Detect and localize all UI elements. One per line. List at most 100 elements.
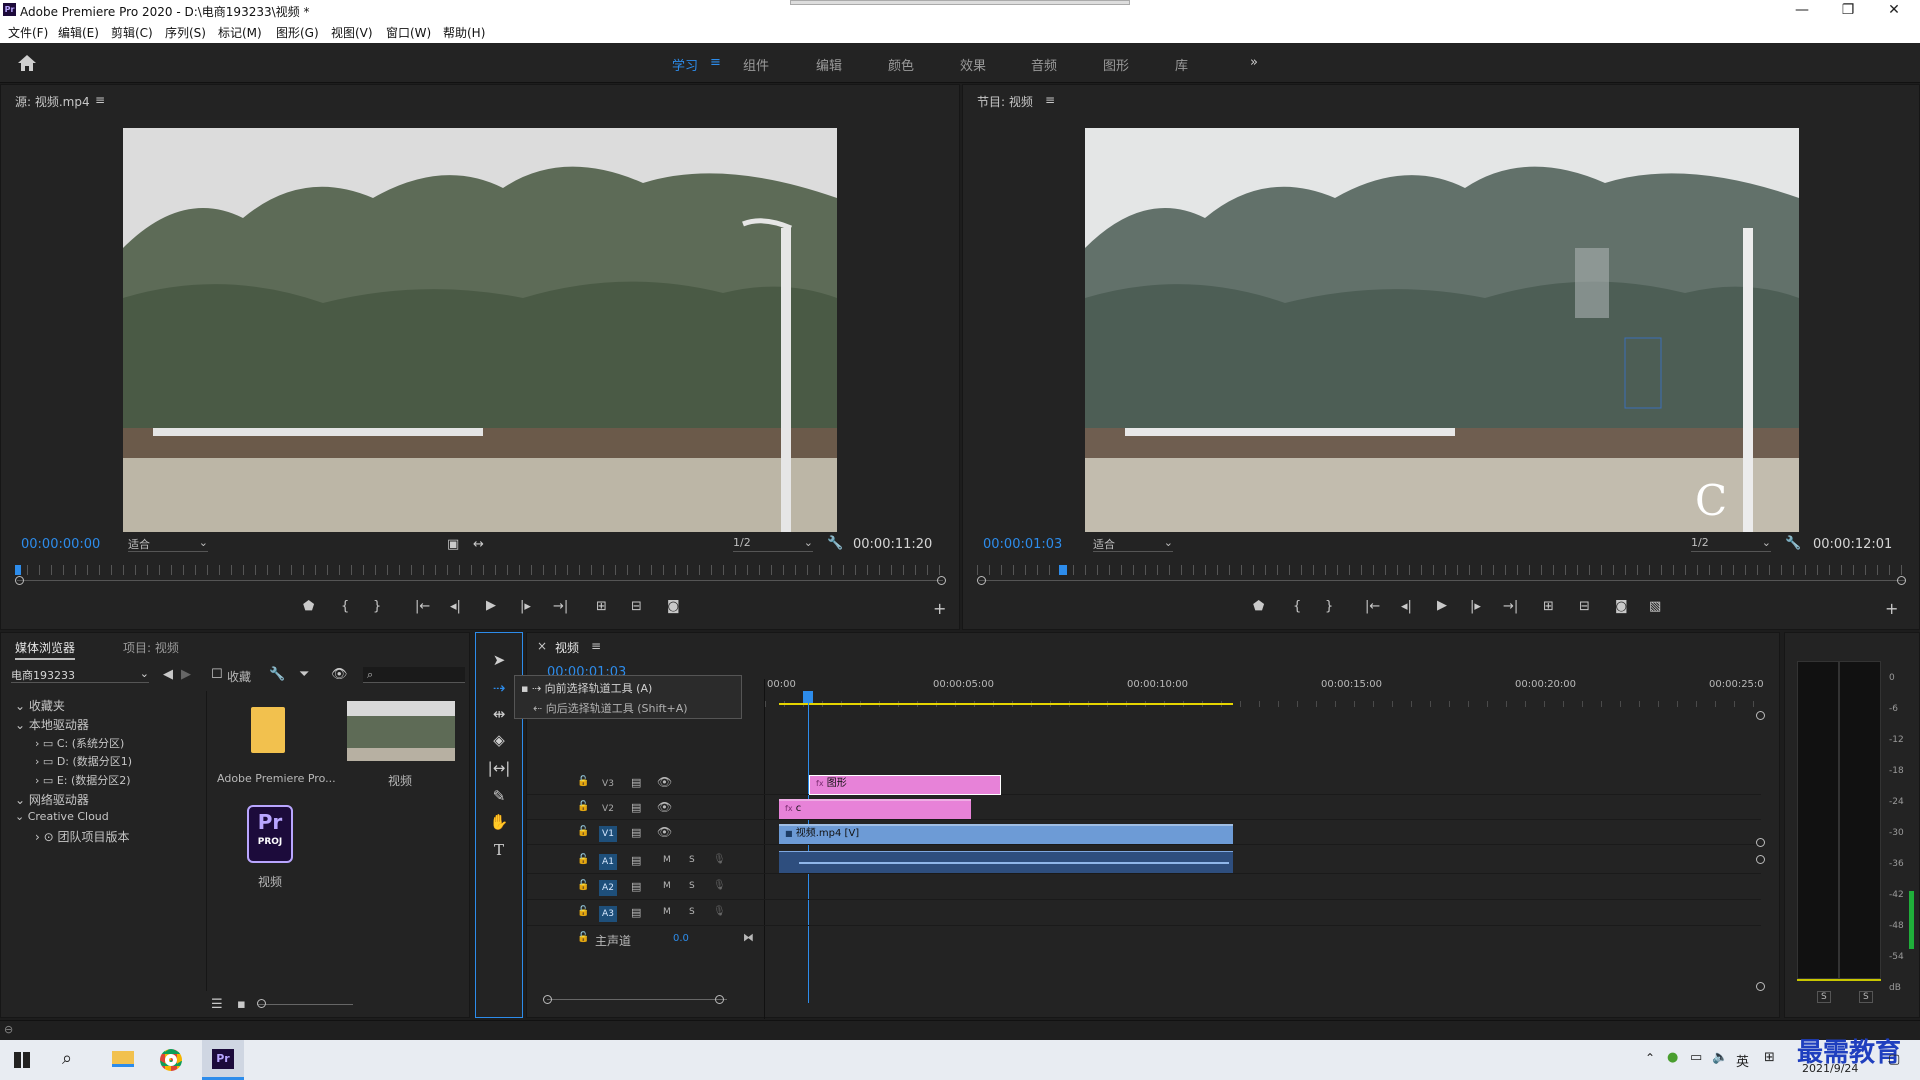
voice-over-mic-icon[interactable]: 🎙 [713, 880, 726, 891]
close-tab-icon[interactable]: × [537, 639, 547, 653]
mute-button[interactable]: M [663, 907, 671, 917]
media-item-project[interactable]: Pr PROJ 视频 [211, 793, 321, 893]
menu-view[interactable]: 视图(V) [331, 24, 373, 41]
menu-file[interactable]: 文件(F) [8, 24, 48, 41]
tree-favorites[interactable]: ⌄ 收藏夹 [15, 697, 65, 714]
scroll-handle-mid[interactable] [1756, 838, 1765, 847]
button-editor-plus-icon[interactable]: + [933, 599, 946, 618]
media-item-video[interactable]: 视频 [341, 693, 461, 793]
status-info-icon[interactable]: ⊖ [4, 1023, 13, 1036]
workspace-menu-icon[interactable]: ≡ [710, 55, 721, 70]
work-area-bar[interactable] [779, 703, 1233, 705]
clip-video[interactable]: ■ 视频.mp4 [V] [779, 824, 1233, 844]
program-zoom-bar[interactable] [979, 580, 1905, 581]
hscroll-handle-right[interactable] [715, 995, 724, 1004]
flyout-item-forward[interactable]: ▪ ⇢ 向前选择轨道工具 (A) [521, 680, 652, 696]
extract-icon[interactable]: ⊟ [1579, 599, 1590, 614]
type-tool-icon[interactable]: T [484, 839, 514, 861]
add-marker-icon[interactable]: ⬟ [303, 599, 314, 614]
media-item-folder[interactable]: Adobe Premiere Pro... [211, 693, 336, 793]
lock-icon[interactable]: 🔓 [577, 854, 589, 865]
program-ruler[interactable] [977, 565, 1907, 575]
ime-indicator[interactable]: 英 [1736, 1051, 1749, 1070]
taskbar-search-icon[interactable]: ⌕ [62, 1048, 72, 1069]
menu-window[interactable]: 窗口(W) [386, 24, 431, 41]
search-input[interactable]: ⌕ [363, 667, 465, 683]
source-zoom-bar[interactable] [17, 580, 943, 581]
lock-icon[interactable]: 🔓 [577, 880, 589, 891]
master-volume-value[interactable]: 0.0 [673, 933, 689, 944]
mark-out-icon[interactable]: } [1325, 599, 1333, 614]
list-view-icon[interactable]: ☰ [211, 997, 223, 1012]
volume-icon[interactable]: 🔈 [1712, 1050, 1728, 1065]
sync-lock-icon[interactable]: ▤ [631, 880, 641, 893]
toggle-output-eye-icon[interactable]: 👁 [657, 775, 672, 789]
track-label-v3[interactable]: V3 [599, 776, 617, 792]
scroll-handle-top[interactable] [1756, 711, 1765, 720]
source-resolution-dropdown[interactable]: 1/2 ⌄ [733, 536, 813, 552]
workspace-assembly[interactable]: 组件 [743, 55, 769, 74]
settings-wrench-icon[interactable]: 🔧 [1785, 536, 1801, 551]
flyout-item-backward[interactable]: ⇠ 向后选择轨道工具 (Shift+A) [533, 700, 688, 716]
solo-button[interactable]: S [689, 907, 695, 917]
zoom-handle-right[interactable] [1897, 576, 1906, 585]
home-icon[interactable] [17, 54, 37, 72]
slip-tool-icon[interactable]: |↔| [484, 757, 514, 779]
lift-icon[interactable]: ⊞ [1543, 599, 1554, 614]
sync-lock-icon[interactable]: ▤ [631, 801, 641, 814]
zoom-handle-left[interactable] [15, 576, 24, 585]
clip-c[interactable]: fx c [779, 799, 971, 819]
lock-icon[interactable]: 🔓 [577, 801, 589, 812]
track-label-a2[interactable]: A2 [599, 880, 617, 896]
comparison-view-icon[interactable]: ▧ [1649, 599, 1661, 614]
track-label-v1[interactable]: V1 [599, 826, 617, 842]
menu-clip[interactable]: 剪辑(C) [111, 24, 153, 41]
program-timecode[interactable]: 00:00:01:03 [983, 537, 1062, 552]
tree-drive-d[interactable]: › ▭ D: (数据分区1) [35, 753, 132, 769]
source-timecode[interactable]: 00:00:00:00 [21, 537, 100, 552]
sync-lock-icon[interactable]: ▤ [631, 854, 641, 867]
selection-tool-icon[interactable]: ➤ [484, 649, 514, 671]
mute-button[interactable]: M [663, 855, 671, 865]
tree-drive-e[interactable]: › ▭ E: (数据分区2) [35, 772, 131, 788]
lock-icon[interactable]: 🔓 [577, 932, 589, 943]
go-to-out-icon[interactable]: →| [553, 599, 568, 614]
mark-in-icon[interactable]: { [341, 599, 349, 614]
ripple-edit-tool-icon[interactable]: ⇹ [484, 703, 514, 725]
tray-chevron-icon[interactable]: ⌃ [1645, 1051, 1655, 1065]
mark-out-icon[interactable]: } [373, 599, 381, 614]
export-frame-icon[interactable]: ◙ [1615, 599, 1628, 614]
slider-handle[interactable] [257, 999, 266, 1008]
toggle-output-eye-icon[interactable]: 👁 [657, 800, 672, 814]
tab-media-browser[interactable]: 媒体浏览器 [15, 639, 76, 660]
add-marker-icon[interactable]: ⬟ [1253, 599, 1264, 614]
track-label-v2[interactable]: V2 [599, 801, 617, 817]
go-to-out-icon[interactable]: →| [1503, 599, 1518, 614]
workspace-audio[interactable]: 音频 [1031, 55, 1057, 74]
file-explorer-icon[interactable] [112, 1051, 134, 1067]
tree-drive-c[interactable]: › ▭ C: (系统分区) [35, 735, 124, 751]
menu-marker[interactable]: 标记(M) [218, 24, 262, 41]
nav-forward-icon[interactable]: ▶ [181, 667, 191, 682]
step-back-icon[interactable]: ◂| [450, 599, 461, 614]
step-forward-icon[interactable]: |▸ [1470, 599, 1481, 614]
sync-lock-icon[interactable]: ▤ [631, 826, 641, 839]
icon-view-icon[interactable]: ▪ [237, 997, 246, 1012]
program-fit-dropdown[interactable]: 适合 ⌄ [1093, 536, 1173, 552]
workspace-effects[interactable]: 效果 [960, 55, 986, 74]
voice-over-mic-icon[interactable]: 🎙 [713, 854, 726, 865]
close-icon[interactable]: ✕ [1872, 0, 1916, 21]
nav-back-icon[interactable]: ◀ [163, 667, 173, 682]
scroll-handle-bottom[interactable] [1756, 982, 1765, 991]
solo-left-button[interactable]: S [1817, 991, 1831, 1003]
thumbnail-size-slider[interactable] [257, 1004, 353, 1005]
drag-audio-icon[interactable]: ↔ [473, 537, 484, 552]
go-to-in-icon[interactable]: |← [415, 599, 430, 614]
solo-right-button[interactable]: S [1859, 991, 1873, 1003]
scroll-handle-audio[interactable] [1756, 855, 1765, 864]
windows-start-icon[interactable] [14, 1052, 30, 1068]
tab-project[interactable]: 项目: 视频 [123, 639, 179, 656]
filter-icon[interactable]: ⏷ [299, 667, 309, 682]
solo-button[interactable]: S [689, 881, 695, 891]
source-ruler[interactable] [15, 565, 945, 575]
